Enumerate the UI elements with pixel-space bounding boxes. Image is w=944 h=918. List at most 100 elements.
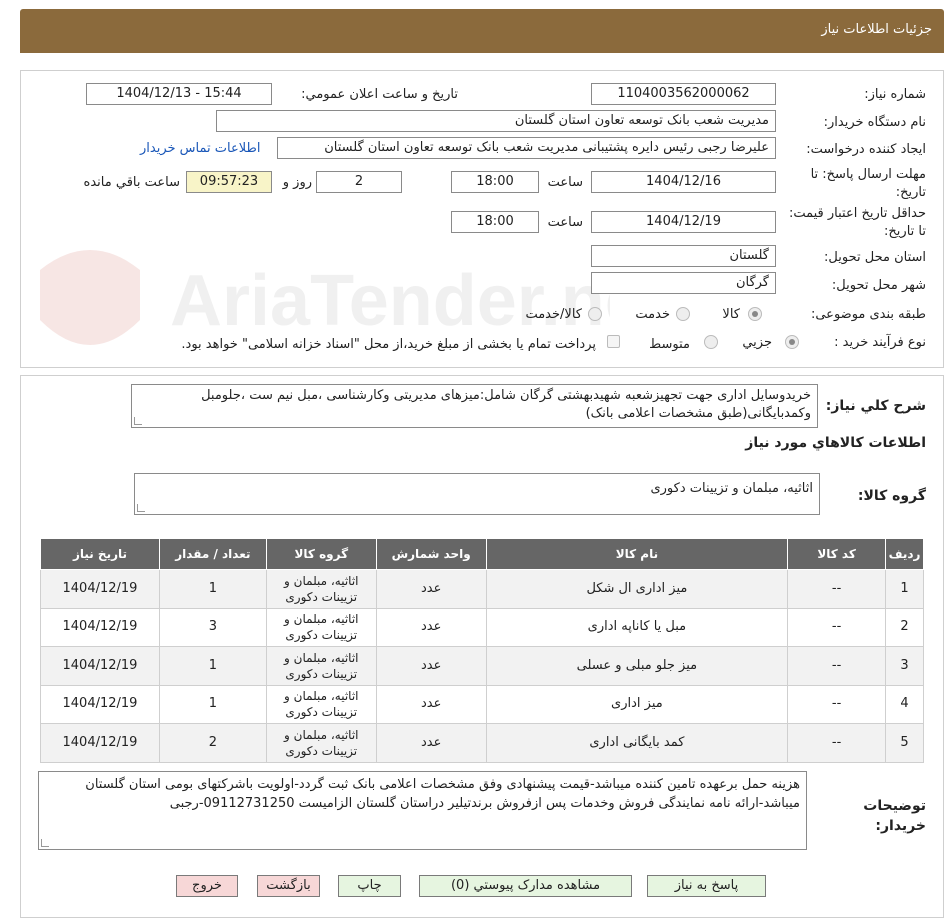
cell-group: اثاثیه، مبلمان و تزیینات دکوری bbox=[265, 607, 377, 647]
goods-group-textarea[interactable]: اثاثیه، مبلمان و تزیینات دکوری bbox=[134, 473, 820, 515]
respond-button[interactable]: پاسخ به نیاز bbox=[647, 875, 766, 897]
cell-need-date: 1404/12/19 bbox=[40, 723, 160, 763]
category-radio-goods-service[interactable] bbox=[588, 307, 602, 321]
table-row: 2 -- مبل یا کاناپه اداری عدد اثاثیه، مبلمان … bbox=[40, 607, 924, 647]
cell-quantity: 1 bbox=[158, 684, 267, 724]
cell-group: اثاثیه، مبلمان و تزیینات دکوری bbox=[265, 569, 377, 609]
cell-unit: عدد bbox=[375, 607, 487, 647]
buyer-notes-textarea[interactable]: هزینه حمل برعهده تامین کننده میباشد-قیمت… bbox=[38, 771, 807, 850]
description-label: شرح کلي نیاز: bbox=[825, 398, 926, 414]
cell-item-name: میز اداری bbox=[485, 684, 789, 724]
process-radio-minor[interactable] bbox=[785, 335, 799, 349]
print-button[interactable]: چاپ bbox=[338, 875, 401, 897]
cell-need-date: 1404/12/19 bbox=[40, 684, 160, 724]
deadline-date-field[interactable]: 1404/12/16 bbox=[591, 171, 776, 193]
col-group: گروه کالا bbox=[265, 538, 377, 570]
city-label: شهر محل تحویل: bbox=[831, 278, 926, 293]
cell-item-name: میز اداری ال شکل bbox=[485, 569, 789, 609]
cell-item-code: -- bbox=[787, 684, 887, 724]
description-text: خریدوسایل اداری جهت تجهیزشعبه شهیدبهشتی … bbox=[201, 388, 811, 421]
goods-group-text: اثاثیه، مبلمان و تزیینات دکوری bbox=[650, 481, 813, 496]
cell-group: اثاثیه، مبلمان و تزیینات دکوری bbox=[265, 646, 377, 686]
city-field[interactable]: گرگان bbox=[591, 272, 776, 294]
cell-unit: عدد bbox=[375, 723, 487, 763]
cell-item-code: -- bbox=[787, 646, 887, 686]
remaining-time-field: 09:57:23 bbox=[186, 171, 272, 193]
announce-field[interactable]: 1404/12/13 - 15:44 bbox=[86, 83, 272, 105]
validity-time-field[interactable]: 18:00 bbox=[451, 211, 539, 233]
cell-quantity: 2 bbox=[158, 723, 267, 763]
process-label: نوع فرآیند خرید : bbox=[834, 335, 926, 350]
col-need-date: تاريخ نياز bbox=[40, 538, 160, 570]
days-field[interactable]: 2 bbox=[316, 171, 402, 193]
resize-handle-icon[interactable] bbox=[134, 417, 142, 425]
cell-row-number: 4 bbox=[885, 684, 924, 724]
description-textarea[interactable]: خریدوسایل اداری جهت تجهیزشعبه شهیدبهشتی … bbox=[131, 384, 818, 428]
cell-group: اثاثیه، مبلمان و تزیینات دکوری bbox=[265, 723, 377, 763]
cell-item-code: -- bbox=[787, 569, 887, 609]
cell-row-number: 5 bbox=[885, 723, 924, 763]
table-row: 3 -- میز جلو مبلی و عسلی عدد اثاثیه، مبلمان … bbox=[40, 646, 924, 686]
cell-unit: عدد bbox=[375, 646, 487, 686]
buyer-org-field[interactable]: مدیریت شعب بانک توسعه تعاون استان گلستان bbox=[216, 110, 776, 132]
requester-field[interactable]: علیرضا رجبی رئیس دایره پشتیبانی مدیریت ش… bbox=[277, 137, 776, 159]
col-unit: واحد شمارش bbox=[375, 538, 487, 570]
validity-label: حداقل تاريخ اعتبار قيمت: تا تاريخ: bbox=[788, 206, 926, 239]
col-row-number: رديف bbox=[885, 538, 924, 570]
buyer-contact-link[interactable]: اطلاعات تماس خریدار bbox=[140, 141, 260, 156]
cell-item-name: مبل یا کاناپه اداری bbox=[485, 607, 789, 647]
announce-label: تاریخ و ساعت اعلان عمومي: bbox=[301, 87, 458, 102]
cell-unit: عدد bbox=[375, 684, 487, 724]
validity-date-field[interactable]: 1404/12/19 bbox=[591, 211, 776, 233]
treasury-payment-checkbox[interactable] bbox=[607, 335, 620, 348]
cell-need-date: 1404/12/19 bbox=[40, 607, 160, 647]
need-number-label: شماره نیاز: bbox=[864, 87, 926, 102]
back-button[interactable]: بازگشت bbox=[257, 875, 320, 897]
goods-info-title: اطلاعات کالاهاي مورد نیاز bbox=[745, 435, 926, 451]
category-option-goods: کالا bbox=[722, 307, 740, 322]
goods-group-label: گروه کالا: bbox=[857, 488, 926, 504]
cell-quantity: 1 bbox=[158, 646, 267, 686]
exit-button[interactable]: خروج bbox=[176, 875, 238, 897]
need-number-field[interactable]: 1104003562000062 bbox=[591, 83, 776, 105]
cell-item-name: کمد بایگانی اداری bbox=[485, 723, 789, 763]
deadline-label: مهلت ارسال پاسخ: تا تاریخ: bbox=[810, 167, 926, 200]
page-title: جزئیات اطلاعات نیاز bbox=[821, 22, 932, 37]
col-item-code: کد کالا bbox=[787, 538, 887, 570]
treasury-payment-note: پرداخت تمام یا بخشی از مبلغ خرید،از محل … bbox=[181, 337, 596, 352]
cell-quantity: 3 bbox=[158, 607, 267, 647]
page-header: جزئیات اطلاعات نیاز bbox=[20, 9, 944, 53]
cell-row-number: 2 bbox=[885, 607, 924, 647]
deadline-time-field[interactable]: 18:00 bbox=[451, 171, 539, 193]
days-label: روز و bbox=[282, 175, 312, 190]
cell-need-date: 1404/12/19 bbox=[40, 646, 160, 686]
cell-unit: عدد bbox=[375, 569, 487, 609]
category-option-goods-service: کالا/خدمت bbox=[525, 307, 582, 322]
table-row: 1 -- میز اداری ال شکل عدد اثاثیه، مبلمان و ت… bbox=[40, 569, 924, 609]
col-item-name: نام کالا bbox=[485, 538, 789, 570]
buyer-notes-label: توضیحات خریدار: bbox=[863, 798, 926, 834]
cell-item-name: میز جلو مبلی و عسلی bbox=[485, 646, 789, 686]
remaining-label: ساعت باقي مانده bbox=[83, 175, 180, 190]
province-label: استان محل تحویل: bbox=[824, 250, 926, 265]
table-row: 5 -- کمد بایگانی اداری عدد اثاثیه، مبلمان و … bbox=[40, 723, 924, 763]
process-radio-medium[interactable] bbox=[704, 335, 718, 349]
province-field[interactable]: گلستان bbox=[591, 245, 776, 267]
cell-row-number: 1 bbox=[885, 569, 924, 609]
table-row: 4 -- میز اداری عدد اثاثیه، مبلمان و تزیینات … bbox=[40, 684, 924, 724]
validity-time-label: ساعت bbox=[547, 215, 583, 230]
resize-handle-icon[interactable] bbox=[137, 504, 145, 512]
deadline-time-label: ساعت bbox=[547, 175, 583, 190]
col-quantity: تعداد / مقدار bbox=[158, 538, 267, 570]
category-radio-service[interactable] bbox=[676, 307, 690, 321]
category-label: طبقه بندی موضوعی: bbox=[810, 307, 926, 322]
resize-handle-icon[interactable] bbox=[41, 839, 49, 847]
cell-need-date: 1404/12/19 bbox=[40, 569, 160, 609]
category-radio-goods[interactable] bbox=[748, 307, 762, 321]
category-option-service: خدمت bbox=[635, 307, 670, 322]
cell-row-number: 3 bbox=[885, 646, 924, 686]
cell-item-code: -- bbox=[787, 607, 887, 647]
view-documents-button[interactable]: مشاهده مدارک پیوستي (0) bbox=[419, 875, 632, 897]
cell-group: اثاثیه، مبلمان و تزیینات دکوری bbox=[265, 684, 377, 724]
process-option-medium: متوسط bbox=[649, 337, 690, 352]
